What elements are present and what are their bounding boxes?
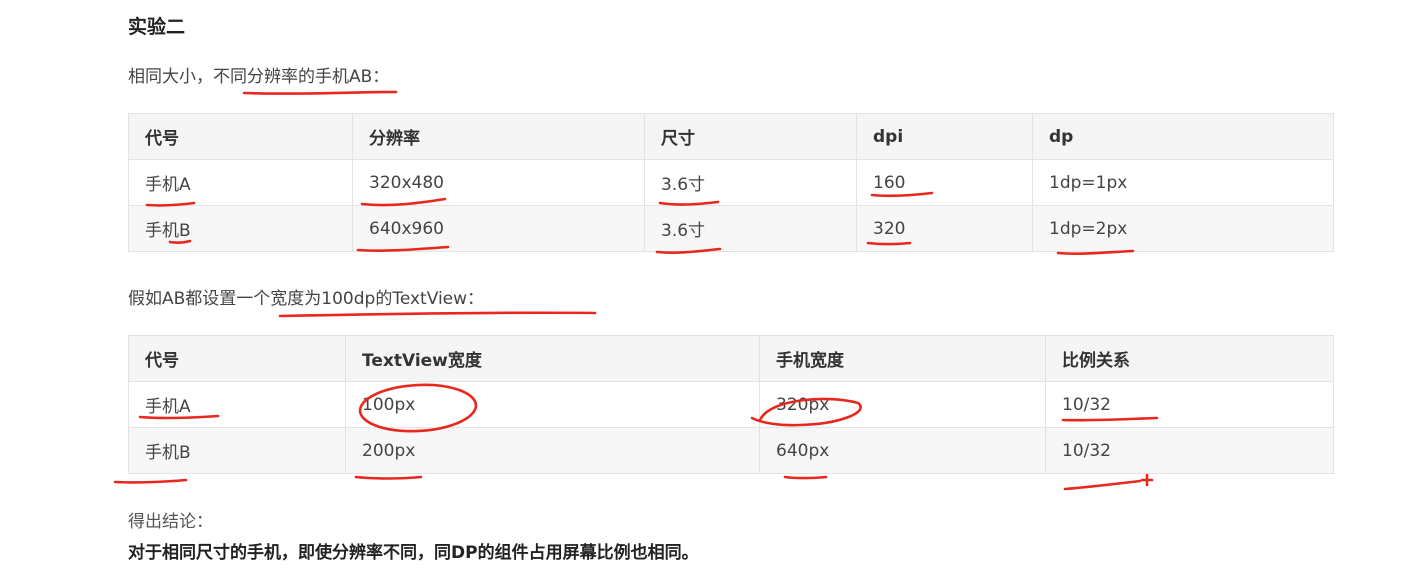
assumption-text: 假如AB都设置一个宽度为100dp的TextView： [128,289,485,309]
table-cell: 1dp=1px [1032,159,1334,206]
conclusion-label: 得出结论： [128,512,213,532]
table-cell: 3.6寸 [644,159,857,206]
header-cell: dpi [856,113,1033,160]
underline-mark [113,478,188,484]
document-page: 实验二 相同大小，不同分辨率的手机AB： 代号 分辨率 尺寸 dpi dp 手机… [0,0,1410,570]
table-cell: 320px [759,381,1046,428]
table-row: 手机B 640x960 3.6寸 320 1dp=2px [128,205,1334,252]
header-cell: dp [1032,113,1334,160]
header-cell: TextView宽度 [345,335,760,382]
table-cell: 160 [856,159,1033,206]
header-cell: 尺寸 [644,113,857,160]
table-row: 手机A 320x480 3.6寸 160 1dp=1px [128,159,1334,206]
underline-mark [242,90,398,95]
table-cell: 200px [345,427,760,474]
textview-width-table: 代号 TextView宽度 手机宽度 比例关系 手机A 100px 320px … [128,335,1334,474]
table-cell: 640px [759,427,1046,474]
header-cell: 比例关系 [1045,335,1334,382]
table-cell: 1dp=2px [1032,205,1334,252]
table-cell: 手机B [128,205,353,252]
header-cell: 手机宽度 [759,335,1046,382]
underline-mark [354,475,423,480]
table-cell: 320 [856,205,1033,252]
table-cell: 320x480 [352,159,645,206]
table-cell: 手机B [128,427,346,474]
header-cell: 分辨率 [352,113,645,160]
table-cell: 10/32 [1045,427,1334,474]
table-header-row: 代号 分辨率 尺寸 dpi dp [128,113,1334,160]
intro-text: 相同大小，不同分辨率的手机AB： [128,67,390,87]
header-cell: 代号 [128,113,353,160]
table-cell: 手机A [128,381,346,428]
table-row: 手机B 200px 640px 10/32 [128,427,1334,474]
table-header-row: 代号 TextView宽度 手机宽度 比例关系 [128,335,1334,382]
table-cell: 手机A [128,159,353,206]
underline-mark [1063,479,1142,491]
table-cell: 3.6寸 [644,205,857,252]
table-row: 手机A 100px 320px 10/32 [128,381,1334,428]
table-cell: 10/32 [1045,381,1334,428]
conclusion-text: 对于相同尺寸的手机，即使分辨率不同，同DP的组件占用屏幕比例也相同。 [128,543,699,563]
underline-mark [783,475,828,480]
table-cell: 100px [345,381,760,428]
resolution-table: 代号 分辨率 尺寸 dpi dp 手机A 320x480 3.6寸 160 1d… [128,113,1334,252]
header-cell: 代号 [128,335,346,382]
underline-mark [278,311,597,318]
table-cell: 640x960 [352,205,645,252]
section-title: 实验二 [128,16,186,38]
